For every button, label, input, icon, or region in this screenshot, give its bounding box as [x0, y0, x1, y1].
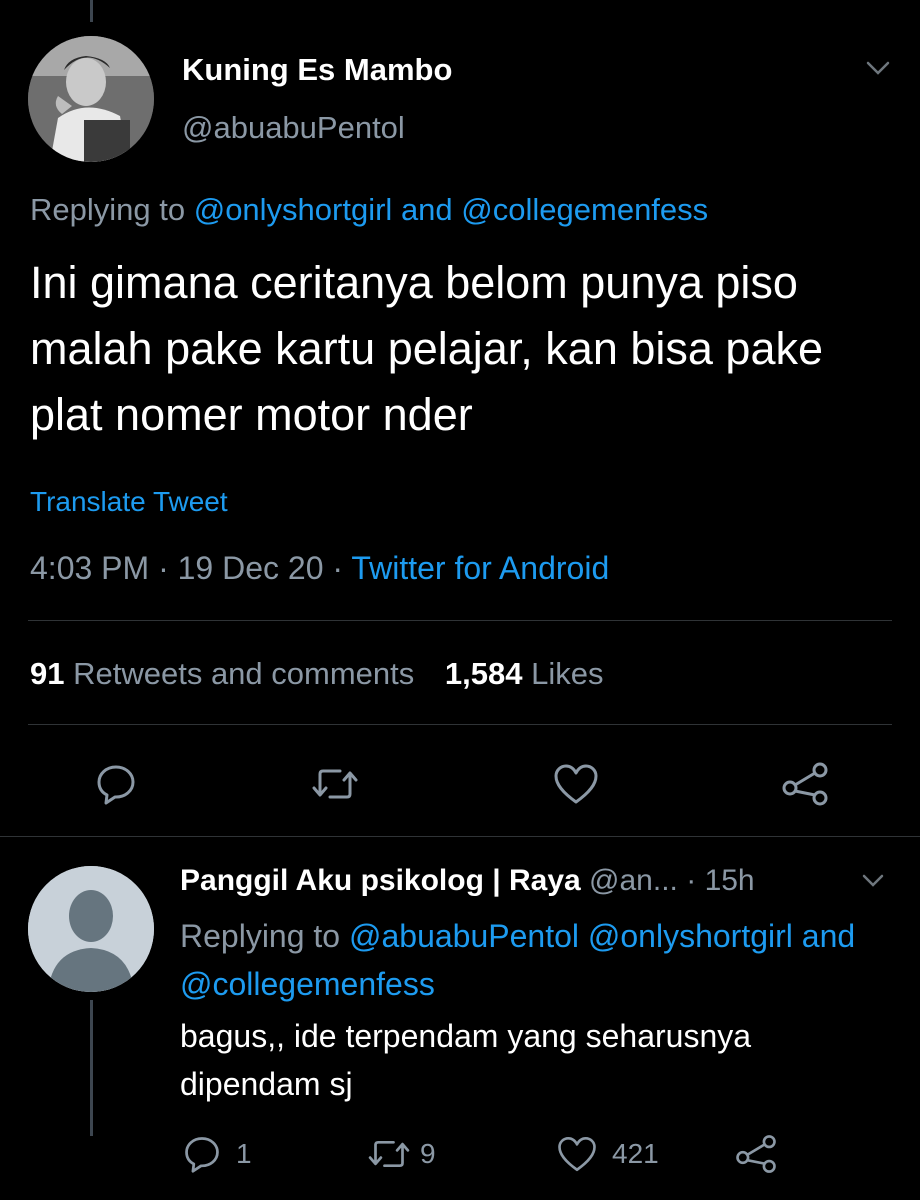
stats-row: 91 Retweets and comments 1,584 Likes — [30, 656, 603, 692]
replying-and: and — [801, 918, 856, 954]
reply-time[interactable]: 15h — [705, 864, 755, 897]
retweet-icon — [366, 1136, 412, 1172]
retweets-count: 91 — [30, 656, 65, 691]
tweet-text: Ini gimana ceritanya belom punya piso ma… — [30, 257, 823, 440]
translate-tweet-link[interactable]: Translate Tweet — [30, 486, 228, 518]
section-divider — [0, 836, 920, 837]
reply-text-line: bagus,, ide terpendam yang seharusnya — [180, 1018, 752, 1054]
reply-text: bagus,, ide terpendam yang seharusnya di… — [180, 1012, 751, 1108]
mention-link[interactable]: @onlyshortgirl — [588, 918, 793, 954]
comment-icon — [182, 1134, 222, 1174]
reply-comment-action[interactable]: 1 — [182, 1134, 252, 1174]
reply-text-line: dipendam sj — [180, 1066, 353, 1102]
reply-replying-to: Replying to @abuabuPentol @onlyshortgirl… — [180, 912, 900, 1008]
share-icon[interactable] — [780, 760, 830, 808]
reply-retweet-count: 9 — [420, 1138, 436, 1169]
tweet-time: 4:03 PM — [30, 550, 150, 586]
separator-dot: · — [686, 864, 697, 897]
separator-dot: · — [332, 550, 344, 586]
replying-to-prefix: Replying to — [30, 192, 186, 227]
retweets-stat[interactable]: 91 Retweets and comments — [30, 656, 423, 691]
timestamp-row: 4:03 PM · 19 Dec 20 · Twitter for Androi… — [30, 550, 609, 587]
divider — [28, 724, 892, 725]
likes-stat[interactable]: 1,584 Likes — [445, 656, 604, 691]
avatar-photo-icon — [28, 36, 154, 162]
mention-link[interactable]: @abuabuPentol — [349, 918, 579, 954]
reply-author-name[interactable]: Panggil Aku psikolog | Raya — [180, 864, 581, 897]
tweet-source-link[interactable]: Twitter for Android — [351, 550, 609, 586]
separator-dot: · — [158, 550, 169, 586]
author-handle[interactable]: @abuabuPentol — [182, 110, 405, 146]
author-name[interactable]: Kuning Es Mambo — [182, 52, 452, 88]
reply-header: Panggil Aku psikolog | Raya @an... · 15h — [180, 864, 755, 898]
mention-link[interactable]: @onlyshortgirl — [194, 192, 393, 227]
thread-line-top — [90, 0, 93, 22]
comment-icon[interactable] — [94, 762, 138, 806]
replying-to-prefix: Replying to — [180, 918, 341, 954]
thread-line-reply — [90, 1000, 93, 1136]
replying-to-line: Replying to @onlyshortgirl and @collegem… — [30, 192, 708, 228]
chevron-down-icon[interactable] — [860, 872, 886, 890]
share-icon[interactable] — [734, 1132, 778, 1176]
likes-label: Likes — [531, 656, 604, 691]
default-avatar-icon — [28, 866, 154, 992]
mention-link[interactable]: @collegemenfess — [461, 192, 708, 227]
likes-count: 1,584 — [444, 656, 523, 691]
reply-like-count: 421 — [612, 1138, 659, 1169]
reply-like-action[interactable]: 421 — [556, 1134, 659, 1174]
reply-retweet-action[interactable]: 9 — [366, 1136, 436, 1172]
reply-author-avatar[interactable] — [28, 866, 154, 992]
heart-icon[interactable] — [552, 762, 600, 806]
retweets-label: Retweets and comments — [73, 656, 415, 691]
tweet-date: 19 Dec 20 — [177, 550, 324, 586]
chevron-down-icon[interactable] — [864, 58, 892, 78]
heart-icon — [556, 1134, 598, 1174]
divider — [28, 620, 892, 621]
mention-link[interactable]: @collegemenfess — [180, 966, 435, 1002]
replying-and: and — [400, 192, 453, 227]
reply-comment-count: 1 — [236, 1138, 252, 1169]
reply-author-handle[interactable]: @an... — [589, 864, 678, 897]
retweet-icon[interactable] — [310, 764, 360, 804]
author-avatar[interactable] — [28, 36, 154, 162]
